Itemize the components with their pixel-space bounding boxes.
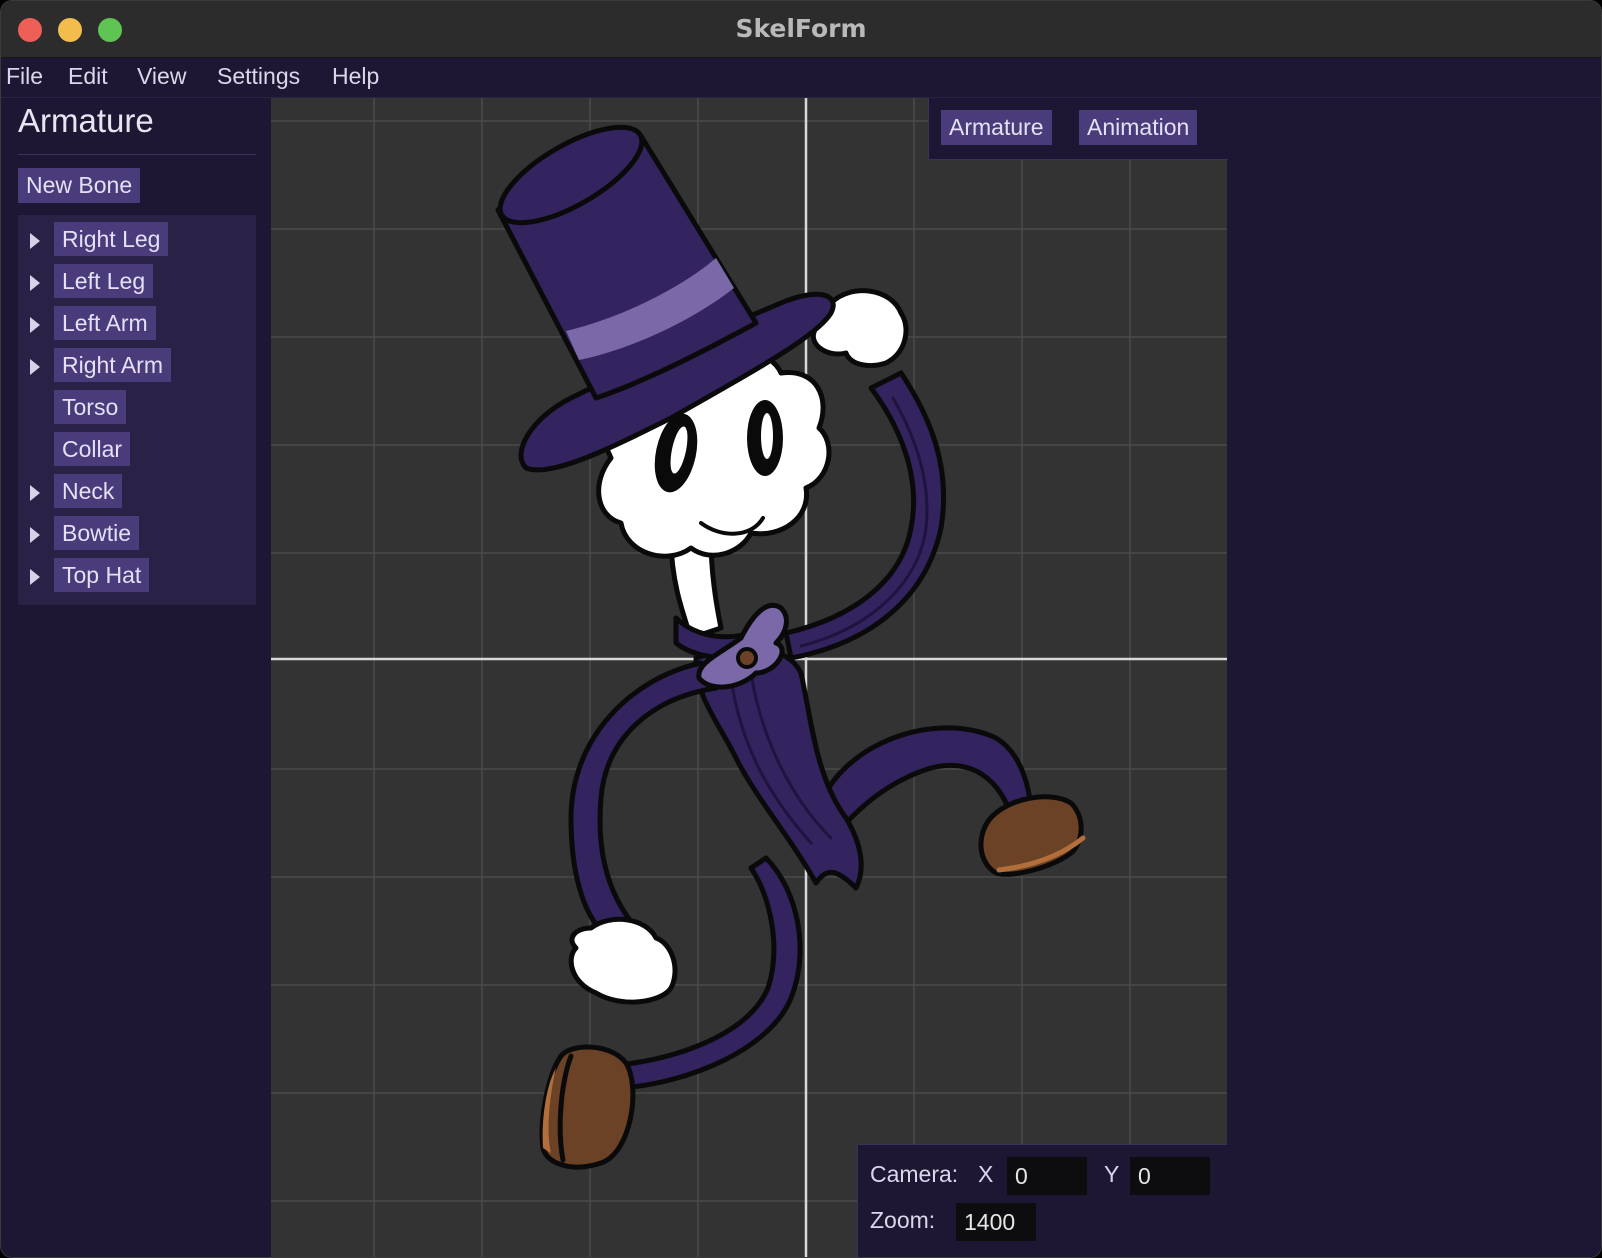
- zoom-label: Zoom:: [870, 1207, 936, 1233]
- bone-item-neck[interactable]: Neck: [18, 474, 256, 510]
- camera-x-input[interactable]: [1007, 1157, 1087, 1195]
- camera-y-input[interactable]: [1130, 1157, 1210, 1195]
- camera-y-label: Y: [1104, 1161, 1120, 1187]
- canvas-viewport[interactable]: [271, 98, 1227, 1258]
- bone-label[interactable]: Torso: [54, 390, 127, 424]
- new-bone-button[interactable]: New Bone: [18, 168, 141, 203]
- menu-edit[interactable]: Edit: [68, 63, 108, 90]
- tab-animation[interactable]: Animation: [1079, 110, 1198, 145]
- zoom-input[interactable]: [956, 1203, 1036, 1241]
- bone-label[interactable]: Right Leg: [54, 222, 169, 256]
- bone-hierarchy: Right Leg Left Leg Left Arm Right Arm To…: [18, 215, 256, 605]
- camera-panel: Camera: X Y Zoom:: [857, 1144, 1227, 1257]
- properties-panel: [1227, 98, 1601, 1257]
- menu-help[interactable]: Help: [332, 63, 379, 90]
- bone-item-right-arm[interactable]: Right Arm: [18, 348, 256, 384]
- bone-label[interactable]: Right Arm: [54, 348, 171, 382]
- panel-title: Armature: [18, 102, 154, 139]
- bone-item-right-leg[interactable]: Right Leg: [18, 222, 256, 258]
- bone-item-bowtie[interactable]: Bowtie: [18, 516, 256, 552]
- left-arm: [568, 660, 719, 941]
- title-bar: SkelForm: [1, 1, 1601, 58]
- tab-armature[interactable]: Armature: [941, 110, 1052, 145]
- bowtie-knot: [736, 647, 758, 669]
- bone-label[interactable]: Left Leg: [54, 264, 154, 298]
- bone-label[interactable]: Top Hat: [54, 558, 150, 592]
- menu-view[interactable]: View: [137, 63, 186, 90]
- window-title: SkelForm: [735, 14, 867, 43]
- bone-label[interactable]: Left Arm: [54, 306, 156, 340]
- camera-label: Camera:: [870, 1161, 959, 1187]
- bone-item-collar[interactable]: Collar: [18, 432, 256, 468]
- expand-arrow-icon[interactable]: [30, 275, 40, 291]
- bone-label[interactable]: Bowtie: [54, 516, 140, 550]
- armature-panel: Armature New Bone Right Leg Left Leg Lef…: [1, 98, 271, 1257]
- bone-item-left-leg[interactable]: Left Leg: [18, 264, 256, 300]
- divider: [18, 154, 256, 155]
- expand-arrow-icon[interactable]: [30, 527, 40, 543]
- menu-file[interactable]: File: [6, 63, 43, 90]
- expand-arrow-icon[interactable]: [30, 485, 40, 501]
- app-window: SkelForm File Edit View Settings Help Ar…: [0, 0, 1602, 1258]
- menu-bar: File Edit View Settings Help: [1, 58, 1601, 98]
- bone-item-torso[interactable]: Torso: [18, 390, 256, 426]
- scene-canvas[interactable]: [271, 98, 1227, 1258]
- expand-arrow-icon[interactable]: [30, 569, 40, 585]
- mode-tabs: Armature Animation: [928, 98, 1228, 160]
- bone-label[interactable]: Collar: [54, 432, 131, 466]
- expand-arrow-icon[interactable]: [30, 317, 40, 333]
- right-eye-highlight: [761, 413, 773, 459]
- left-shoe: [539, 1044, 636, 1170]
- left-glove: [568, 916, 678, 1005]
- bone-label[interactable]: Neck: [54, 474, 123, 508]
- bone-item-left-arm[interactable]: Left Arm: [18, 306, 256, 342]
- expand-arrow-icon[interactable]: [30, 359, 40, 375]
- expand-arrow-icon[interactable]: [30, 233, 40, 249]
- menu-settings[interactable]: Settings: [217, 63, 300, 90]
- camera-x-label: X: [978, 1161, 994, 1187]
- bone-item-top-hat[interactable]: Top Hat: [18, 558, 256, 594]
- character-sprite[interactable]: [487, 109, 1086, 1170]
